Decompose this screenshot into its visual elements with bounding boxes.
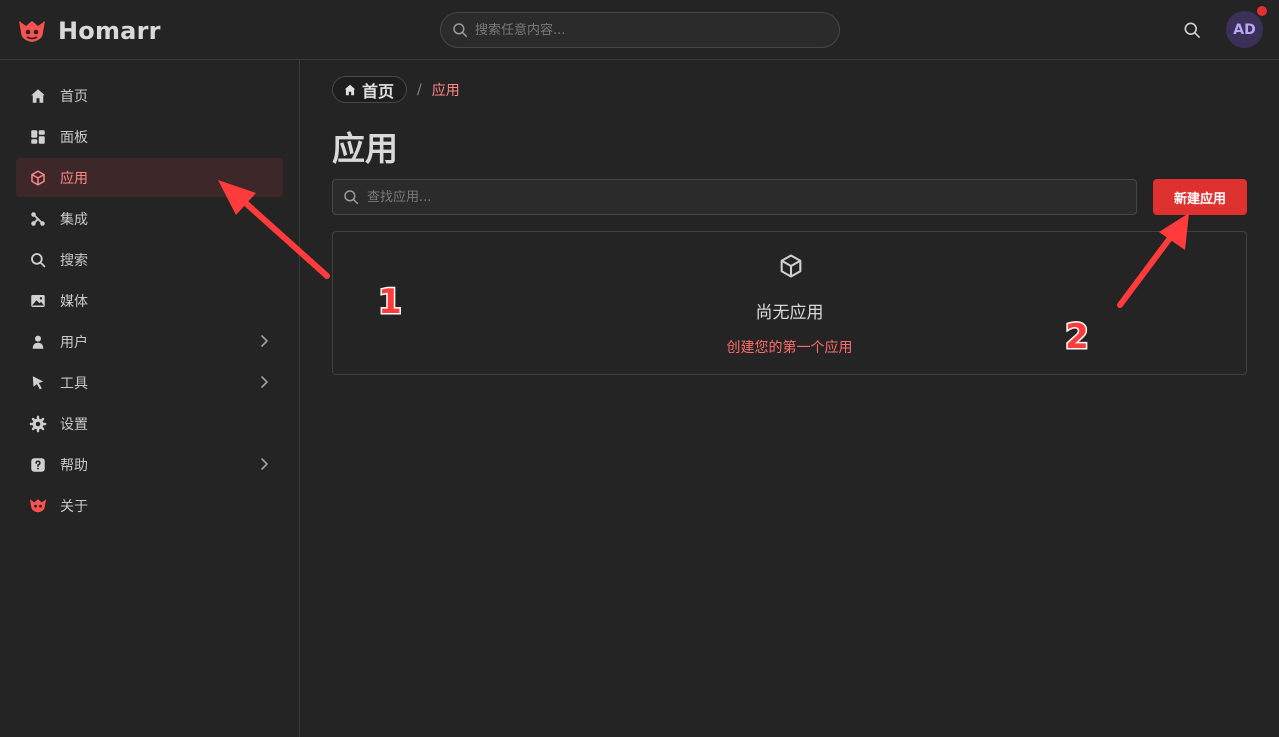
chevron-right-icon [261,376,268,388]
empty-state-card: 尚无应用 创建您的第一个应用 [332,231,1247,375]
app-search-box[interactable] [332,179,1137,215]
search-icon [453,23,468,38]
new-app-button[interactable]: 新建应用 [1153,179,1247,215]
sidebar-item-label: 集成 [60,211,88,228]
layout-dashboard-icon [28,127,48,147]
sidebar-item-media[interactable]: 媒体 [16,281,283,320]
chevron-right-icon [261,458,268,470]
photo-icon [28,291,48,311]
sidebar: 首页 面板 应用 集成 搜索 媒体 用户 工具 设置 帮助 关于 [0,60,300,737]
app-search-input[interactable] [367,189,1127,205]
sidebar-item-label: 搜索 [60,252,88,269]
settings-icon [28,414,48,434]
sidebar-item-users[interactable]: 用户 [16,322,283,361]
sidebar-item-settings[interactable]: 设置 [16,404,283,443]
home-icon [28,86,48,106]
plug-connected-icon [28,209,48,229]
box-icon [780,254,802,278]
sidebar-item-tools[interactable]: 工具 [16,363,283,402]
sidebar-item-integrations[interactable]: 集成 [16,199,283,238]
sidebar-item-home[interactable]: 首页 [16,76,283,115]
breadcrumb-separator: / [417,81,422,98]
help-icon [28,455,48,475]
global-search-input[interactable] [475,22,815,38]
global-search-box[interactable] [440,12,840,48]
breadcrumb: 首页 / 应用 [332,76,460,103]
create-first-app-link[interactable]: 创建您的第一个应用 [333,337,1246,357]
sidebar-item-label: 工具 [60,375,88,392]
chevron-right-icon [261,335,268,347]
sidebar-item-label: 面板 [60,129,88,146]
sidebar-item-label: 用户 [60,334,88,351]
top-bar: Homarr AD [0,0,1279,60]
sidebar-item-label: 关于 [60,498,88,515]
breadcrumb-home-label: 首页 [362,81,395,101]
search-icon [1184,22,1200,38]
pointer-icon [28,373,48,393]
search-icon [28,250,48,270]
sidebar-item-about[interactable]: 关于 [16,486,283,525]
sidebar-item-boards[interactable]: 面板 [16,117,283,156]
sidebar-item-label: 首页 [60,88,88,105]
sidebar-item-apps[interactable]: 应用 [16,158,283,197]
sidebar-item-help[interactable]: 帮助 [16,445,283,484]
breadcrumb-current: 应用 [431,82,460,99]
sidebar-item-label: 应用 [60,170,88,187]
page-title: 应用 [332,129,398,168]
sidebar-item-label: 媒体 [60,293,88,310]
sidebar-item-label: 帮助 [60,457,88,474]
header-search-button[interactable] [1182,20,1202,40]
box-icon [28,168,48,188]
homarr-logo-icon [19,21,45,42]
homarr-logo-icon [28,496,48,516]
sidebar-item-label: 设置 [60,416,88,433]
user-icon [28,332,48,352]
notification-dot [1257,6,1267,16]
brand-name: Homarr [58,17,161,45]
breadcrumb-home[interactable]: 首页 [332,76,408,103]
home-icon [344,84,356,95]
sidebar-item-search[interactable]: 搜索 [16,240,283,279]
search-icon [344,190,359,205]
brand-logo[interactable]: Homarr [16,17,161,45]
empty-state-title: 尚无应用 [755,303,824,323]
user-avatar[interactable]: AD [1226,11,1263,48]
